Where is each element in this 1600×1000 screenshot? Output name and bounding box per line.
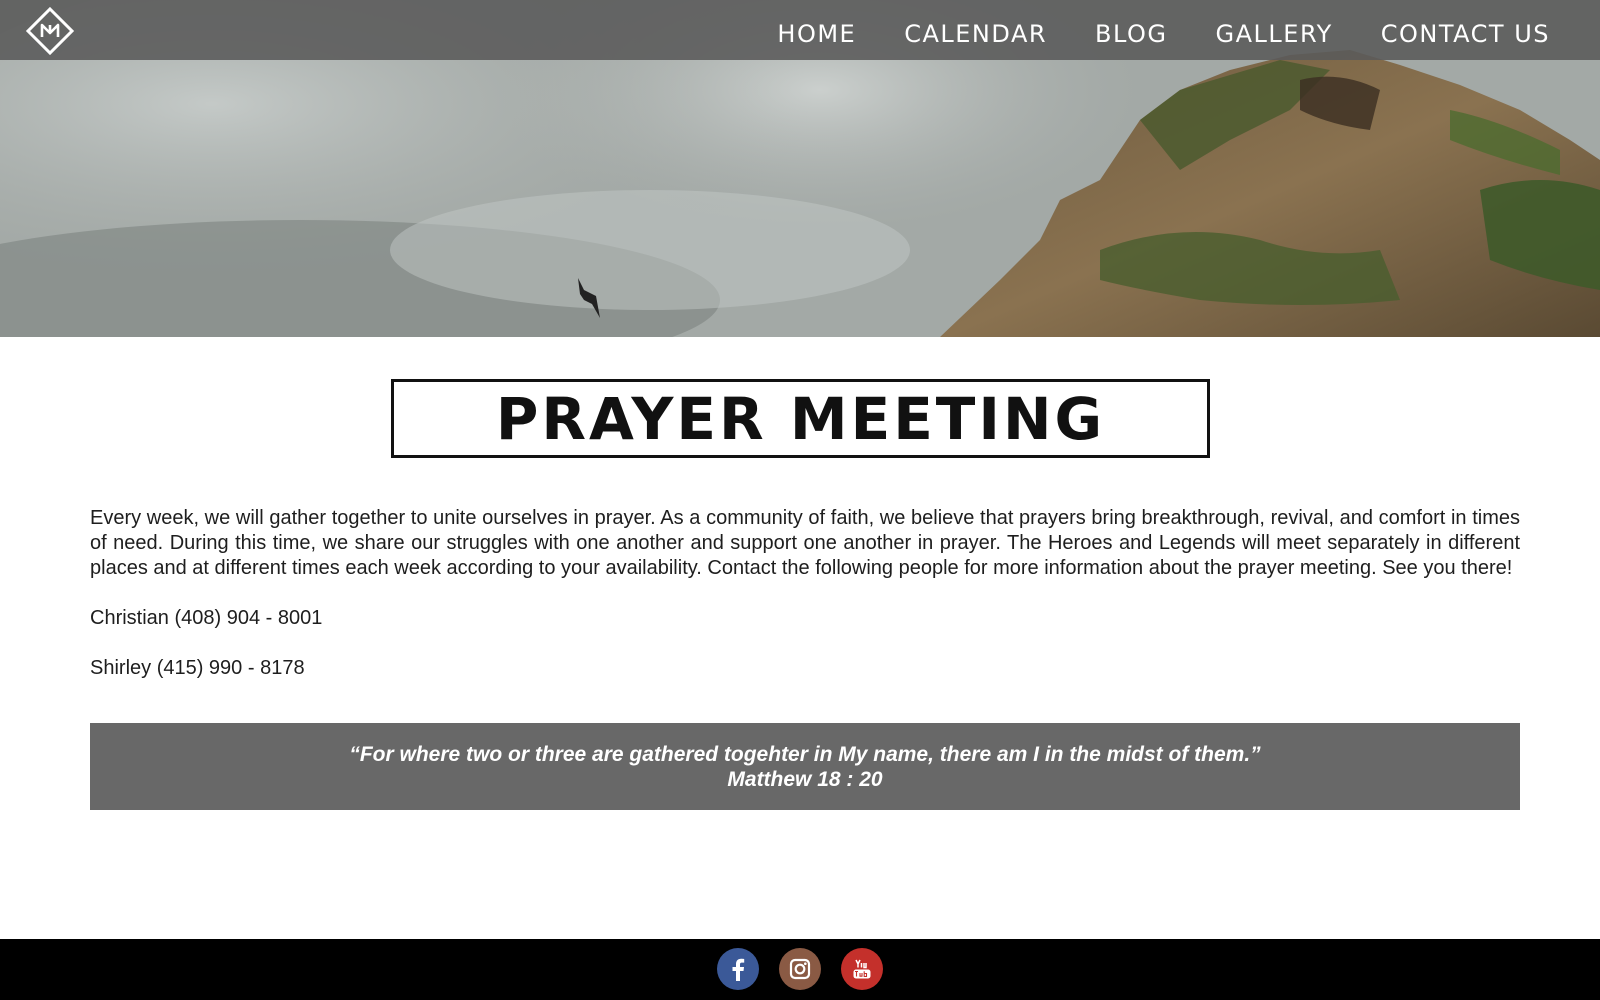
nav-gallery[interactable]: GALLERY [1216, 12, 1333, 48]
nav-home[interactable]: HOME [777, 12, 856, 48]
main-nav: HOME CALENDAR BLOG GALLERY CONTACT US [777, 0, 1550, 60]
instagram-icon[interactable] [779, 948, 821, 990]
intro-paragraph: Every week, we will gather together to u… [90, 507, 1520, 579]
scripture-quote-banner: “For where two or three are gathered tog… [90, 723, 1520, 810]
contact-christian: Christian (408) 904 - 8001 [90, 607, 323, 629]
nav-blog[interactable]: BLOG [1095, 12, 1167, 48]
page-title-box: PRAYER MEETING [391, 379, 1210, 458]
footer [0, 939, 1600, 1000]
contact-shirley: Shirley (415) 990 - 8178 [90, 657, 305, 679]
nav-calendar[interactable]: CALENDAR [904, 12, 1047, 48]
quote-reference: Matthew 18 : 20 [727, 767, 883, 791]
youtube-icon[interactable] [841, 948, 883, 990]
top-navbar: HOME CALENDAR BLOG GALLERY CONTACT US [0, 0, 1600, 60]
main-content: Every week, we will gather together to u… [90, 506, 1520, 681]
facebook-icon[interactable] [717, 948, 759, 990]
logo-icon[interactable] [25, 6, 75, 56]
nav-contact-us[interactable]: CONTACT US [1381, 12, 1550, 48]
page-title: PRAYER MEETING [495, 384, 1106, 453]
quote-text: “For where two or three are gathered tog… [349, 742, 1261, 766]
